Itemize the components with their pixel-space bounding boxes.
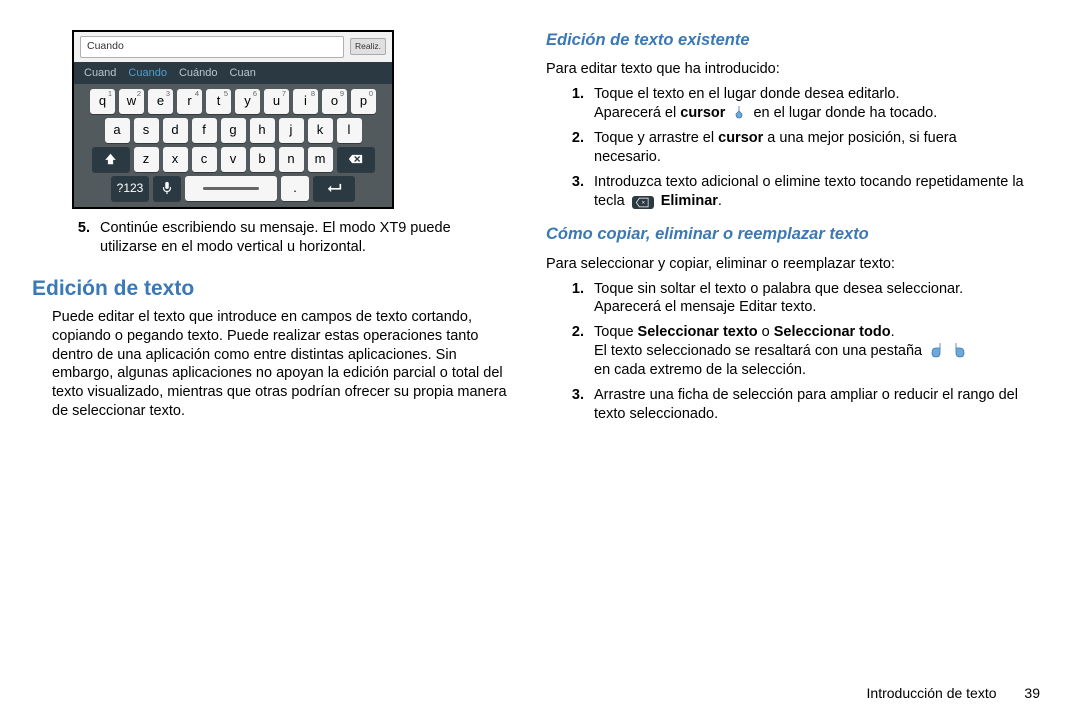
intro-edit-existing: Para editar texto que ha introducido: [546, 60, 1024, 79]
copy-step-1: 1. Toque sin soltar el texto o palabra q… [566, 280, 1024, 318]
svg-text:×: × [641, 199, 645, 206]
existing-3-text: Introduzca texto adicional o elimine tex… [594, 173, 1024, 211]
suggestion-3: Cuándo [179, 66, 218, 80]
key-g: g [221, 118, 246, 143]
key-q: q1 [90, 89, 115, 114]
selection-handle-left-icon [928, 342, 944, 358]
key-f: f [192, 118, 217, 143]
copy-1-num: 1. [566, 280, 584, 318]
key-y: y6 [235, 89, 260, 114]
key-w: w2 [119, 89, 144, 114]
key-s: s [134, 118, 159, 143]
enter-key [313, 176, 355, 201]
existing-3-num: 3. [566, 173, 584, 211]
copy-1-text: Toque sin soltar el texto o palabra que … [594, 280, 1024, 318]
key-d: d [163, 118, 188, 143]
key-p: p0 [351, 89, 376, 114]
key-u: u7 [264, 89, 289, 114]
key-o: o9 [322, 89, 347, 114]
copy-step-3: 3. Arrastre una ficha de selección para … [566, 386, 1024, 424]
backspace-key [337, 147, 375, 172]
suggestion-bar: Cuand Cuando Cuándo Cuan [74, 62, 392, 84]
existing-step-1: 1. Toque el texto en el lugar donde dese… [566, 85, 1024, 123]
key-h: h [250, 118, 275, 143]
step-5-number: 5. [72, 219, 90, 257]
existing-2-num: 2. [566, 129, 584, 167]
copy-2-text: Toque Seleccionar texto o Seleccionar to… [594, 323, 1024, 380]
key-b: b [250, 147, 275, 172]
key-x: x [163, 147, 188, 172]
key-c: c [192, 147, 217, 172]
heading-copy-text: Cómo copiar, eliminar o reemplazar texto [546, 224, 1024, 245]
intro-copy-text: Para seleccionar y copiar, eliminar o re… [546, 255, 1024, 274]
key-row-3: zxcvbnm [80, 147, 386, 172]
delete-key-icon: × [632, 196, 654, 209]
key-t: t5 [206, 89, 231, 114]
heading-edit-text: Edición de texto [32, 275, 510, 302]
space-key [185, 176, 277, 201]
edit-text-body: Puede editar el texto que introduce en c… [52, 308, 510, 421]
key-r: r4 [177, 89, 202, 114]
key-row-4: ?123. [80, 176, 386, 201]
keyboard-screenshot: Cuando Realiz. Cuand Cuando Cuándo Cuan … [72, 30, 394, 209]
copy-3-text: Arrastre una ficha de selección para amp… [594, 386, 1024, 424]
copy-step-2: 2. Toque Seleccionar texto o Seleccionar… [566, 323, 1024, 380]
suggestion-2: Cuando [128, 66, 167, 80]
key-l: l [337, 118, 362, 143]
suggestion-1: Cuand [84, 66, 116, 80]
selection-handle-right-icon [952, 342, 968, 358]
footer-page-number: 39 [1024, 685, 1040, 701]
done-button: Realiz. [350, 38, 386, 55]
copy-3-num: 3. [566, 386, 584, 424]
key-v: v [221, 147, 246, 172]
key-row-2: asdfghjkl [80, 118, 386, 143]
key-a: a [105, 118, 130, 143]
heading-edit-existing: Edición de texto existente [546, 30, 1024, 51]
key-e: e3 [148, 89, 173, 114]
existing-step-2: 2. Toque y arrastre el cursor a una mejo… [566, 129, 1024, 167]
existing-step-3: 3. Introduzca texto adicional o elimine … [566, 173, 1024, 211]
key-m: m [308, 147, 333, 172]
key-z: z [134, 147, 159, 172]
key-n: n [279, 147, 304, 172]
key-j: j [279, 118, 304, 143]
suggestion-4: Cuan [230, 66, 256, 80]
cursor-handle-icon [731, 104, 747, 120]
key-k: k [308, 118, 333, 143]
text-input-field: Cuando [80, 36, 344, 58]
key-i: i8 [293, 89, 318, 114]
symbols-key: ?123 [111, 176, 149, 201]
existing-1-text: Toque el texto en el lugar donde desea e… [594, 85, 1024, 123]
existing-1-num: 1. [566, 85, 584, 123]
period-key: . [281, 176, 309, 201]
step-5-text: Continúe escribiendo su mensaje. El modo… [100, 219, 510, 257]
shift-key [92, 147, 130, 172]
existing-2-text: Toque y arrastre el cursor a una mejor p… [594, 129, 1024, 167]
step-5: 5. Continúe escribiendo su mensaje. El m… [72, 219, 510, 257]
copy-2-num: 2. [566, 323, 584, 380]
footer-section: Introducción de texto [867, 685, 997, 701]
page-footer: Introducción de texto 39 [867, 684, 1040, 702]
mic-key [153, 176, 181, 201]
key-row-1: q1w2e3r4t5y6u7i8o9p0 [80, 89, 386, 114]
